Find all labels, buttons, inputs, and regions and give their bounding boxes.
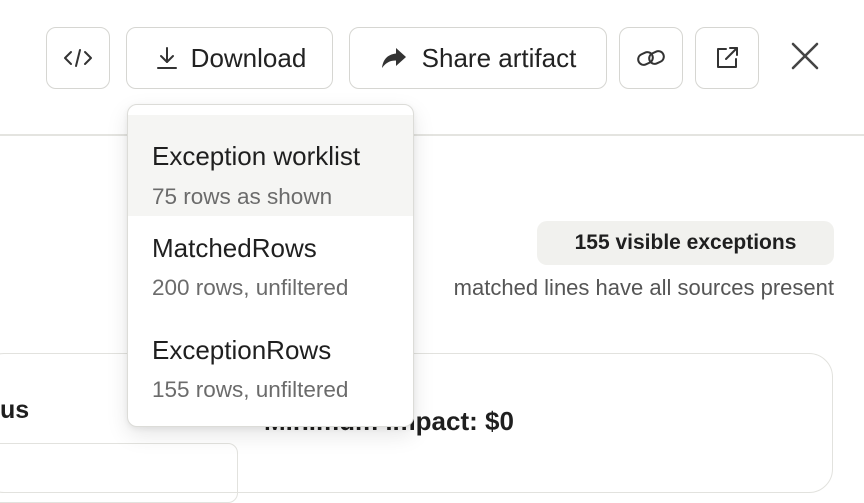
close-button[interactable] — [780, 30, 830, 86]
external-link-icon — [713, 44, 741, 72]
menu-item-subtitle: 75 rows as shown — [152, 184, 333, 209]
download-button[interactable]: Download — [126, 27, 333, 89]
download-menu: Exception worklist 75 rows as shown Matc… — [127, 104, 414, 427]
view-code-button[interactable] — [46, 27, 110, 89]
matched-lines-note: matched lines have all sources present — [453, 275, 834, 300]
share-artifact-label: Share artifact — [421, 42, 577, 73]
menu-item-subtitle: 155 rows, unfiltered — [152, 377, 349, 402]
status-select[interactable] — [0, 443, 238, 503]
menu-item-title: ExceptionRows — [152, 335, 332, 365]
menu-item-exception-worklist[interactable]: Exception worklist 75 rows as shown — [128, 115, 413, 216]
download-button-label: Download — [190, 42, 307, 73]
status-heading: us — [0, 396, 30, 424]
menu-item-subtitle: 200 rows, unfiltered — [152, 275, 349, 300]
menu-item-title: MatchedRows — [152, 233, 317, 263]
close-icon — [789, 40, 821, 77]
menu-item-matched-rows[interactable]: MatchedRows 200 rows, unfiltered — [128, 216, 413, 318]
menu-item-exception-rows[interactable]: ExceptionRows 155 rows, unfiltered — [128, 318, 413, 420]
menu-item-title: Exception worklist — [152, 141, 361, 171]
share-arrow-icon — [380, 46, 408, 70]
download-icon — [155, 45, 179, 71]
visible-exceptions-badge: 155 visible exceptions — [537, 221, 834, 265]
open-external-button[interactable] — [695, 27, 759, 89]
code-icon — [63, 46, 93, 70]
share-artifact-button[interactable]: Share artifact — [349, 27, 607, 89]
link-icon — [635, 46, 667, 70]
copy-link-button[interactable] — [619, 27, 683, 89]
